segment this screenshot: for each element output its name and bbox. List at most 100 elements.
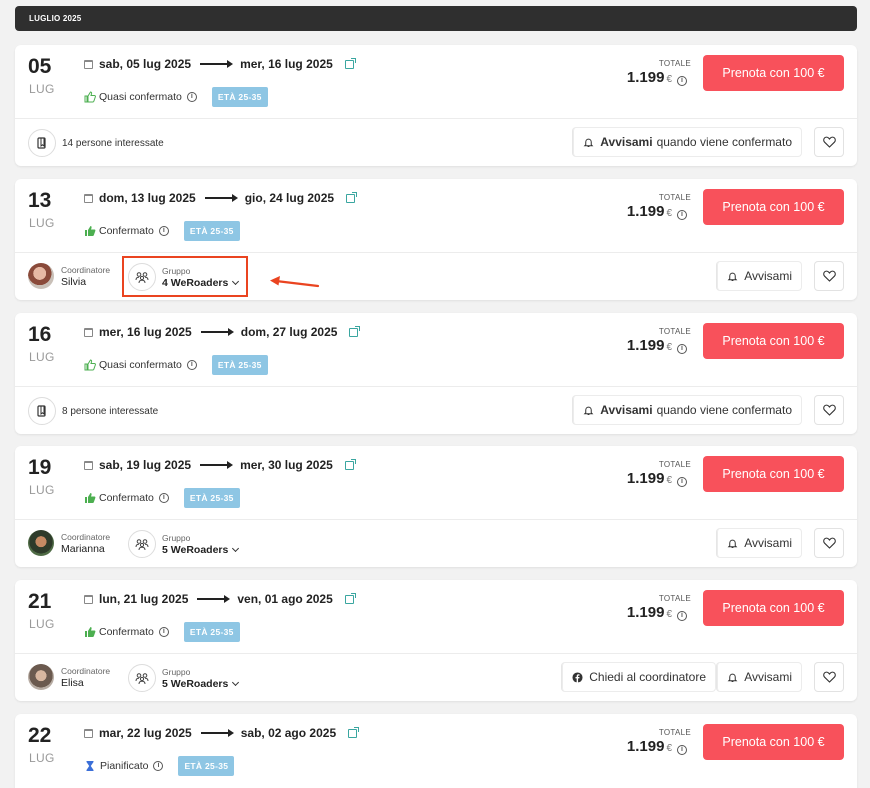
- trip-card: 05 LUG sab, 05 lug 2025 mer, 16 lug 2025…: [15, 45, 857, 166]
- info-icon[interactable]: i: [153, 761, 164, 771]
- coordinator-name: Marianna: [61, 542, 105, 555]
- trip-dates: sab, 05 lug 2025 mer, 16 lug 2025: [84, 57, 356, 71]
- arrow-right-icon: [200, 60, 234, 68]
- group-icon: [128, 530, 156, 558]
- info-icon[interactable]: i: [677, 477, 687, 487]
- heart-icon: [822, 404, 836, 416]
- favorite-button[interactable]: [814, 127, 844, 157]
- interested-count: 14 persone interessate: [62, 137, 164, 149]
- notify-button[interactable]: Avvisami: [716, 261, 802, 291]
- group-dropdown[interactable]: Gruppo 5 WeRoaders: [128, 530, 240, 558]
- trip-day: 22: [28, 724, 52, 747]
- external-link-icon[interactable]: [344, 592, 356, 604]
- trip-day: 21: [28, 590, 52, 613]
- people-icon: [28, 129, 56, 157]
- book-button[interactable]: Prenota con 100 €: [703, 55, 844, 91]
- status-label: Quasi confermato: [99, 91, 182, 103]
- group-label: Gruppo: [162, 532, 191, 543]
- age-badge: ETÀ 25-35: [211, 87, 268, 107]
- trip-card: 19 LUG sab, 19 lug 2025 mer, 30 lug 2025…: [15, 446, 857, 567]
- trip-month: LUG: [29, 751, 55, 765]
- trip-status: Pianificato i ETÀ 25-35: [84, 756, 235, 776]
- facebook-icon: [572, 671, 583, 683]
- arrow-right-icon: [200, 328, 234, 336]
- external-link-icon[interactable]: [346, 191, 358, 203]
- info-icon[interactable]: i: [677, 210, 687, 220]
- notify-confirmed-button[interactable]: Avvisami quando viene confermato: [572, 395, 802, 425]
- coordinator[interactable]: Coordinatore Elisa: [28, 664, 110, 690]
- info-icon[interactable]: i: [158, 226, 169, 236]
- avatar: [28, 664, 54, 690]
- trip-month: LUG: [29, 216, 55, 230]
- notify-button[interactable]: Avvisami: [716, 662, 802, 692]
- interested-people: 8 persone interessate: [28, 397, 158, 425]
- currency: €: [666, 208, 672, 219]
- external-link-icon[interactable]: [344, 57, 356, 69]
- info-icon[interactable]: i: [186, 92, 197, 102]
- trip-price: 1.199 € i: [627, 470, 687, 487]
- external-link-icon[interactable]: [348, 726, 360, 738]
- coordinator[interactable]: Coordinatore Marianna: [28, 530, 110, 556]
- ask-label: Chiedi al coordinatore: [589, 670, 706, 684]
- favorite-button[interactable]: [814, 528, 844, 558]
- bell-icon: [727, 673, 738, 682]
- external-link-icon[interactable]: [349, 325, 361, 337]
- info-icon[interactable]: i: [677, 344, 687, 354]
- coordinator[interactable]: Coordinatore Silvia: [28, 263, 110, 289]
- trip-status: Quasi confermato i ETÀ 25-35: [84, 87, 268, 107]
- ask-coordinator-button[interactable]: Chiedi al coordinatore: [561, 662, 716, 692]
- trip-card: 16 LUG mer, 16 lug 2025 dom, 27 lug 2025…: [15, 313, 857, 434]
- total-label: TOTALE: [658, 59, 691, 68]
- trip-month: LUG: [29, 350, 55, 364]
- notify-bold: Avvisami: [600, 403, 653, 417]
- favorite-button[interactable]: [814, 261, 844, 291]
- start-date: dom, 13 lug 2025: [99, 191, 196, 205]
- info-icon[interactable]: i: [186, 360, 197, 370]
- info-icon[interactable]: i: [677, 611, 687, 621]
- end-date: mer, 16 lug 2025: [240, 57, 333, 71]
- favorite-button[interactable]: [814, 395, 844, 425]
- coordinator-label: Coordinatore: [61, 264, 111, 275]
- end-date: ven, 01 ago 2025: [237, 592, 333, 606]
- external-link-icon[interactable]: [344, 458, 356, 470]
- notify-confirmed-button[interactable]: Avvisami quando viene confermato: [572, 127, 802, 157]
- currency: €: [666, 743, 672, 754]
- chevron-down-icon: [232, 544, 240, 552]
- end-date: gio, 24 lug 2025: [244, 191, 335, 205]
- book-button[interactable]: Prenota con 100 €: [703, 590, 844, 626]
- trip-card: 21 LUG lun, 21 lug 2025 ven, 01 ago 2025…: [15, 580, 857, 701]
- start-date: mer, 16 lug 2025: [99, 325, 192, 339]
- book-button[interactable]: Prenota con 100 €: [703, 724, 844, 760]
- coordinator-label: Coordinatore: [61, 665, 111, 676]
- notify-bold: Avvisami: [600, 135, 653, 149]
- coordinator-label: Coordinatore: [61, 531, 111, 542]
- favorite-button[interactable]: [814, 662, 844, 692]
- interested-people: 14 persone interessate: [28, 129, 164, 157]
- calendar-icon: [84, 594, 93, 604]
- thumb-outline-icon: [84, 359, 96, 371]
- price-value: 1.199: [626, 470, 665, 487]
- trip-month: LUG: [29, 617, 55, 631]
- info-icon[interactable]: i: [158, 627, 169, 637]
- info-icon[interactable]: i: [677, 745, 687, 755]
- chevron-down-icon: [232, 678, 240, 686]
- info-icon[interactable]: i: [677, 76, 687, 86]
- trip-day: 16: [28, 323, 52, 346]
- trip-day: 13: [28, 189, 52, 212]
- arrow-right-icon: [197, 595, 231, 603]
- notify-button[interactable]: Avvisami: [716, 528, 802, 558]
- price-value: 1.199: [626, 203, 665, 220]
- book-button[interactable]: Prenota con 100 €: [703, 456, 844, 492]
- price-value: 1.199: [626, 337, 665, 354]
- start-date: lun, 21 lug 2025: [99, 592, 189, 606]
- group-dropdown[interactable]: Gruppo 5 WeRoaders: [128, 664, 240, 692]
- bell-icon: [727, 272, 738, 281]
- total-label: TOTALE: [658, 460, 691, 469]
- status-label: Confermato: [99, 626, 154, 638]
- book-button[interactable]: Prenota con 100 €: [703, 323, 844, 359]
- calendar-icon: [84, 193, 93, 203]
- book-button[interactable]: Prenota con 100 €: [703, 189, 844, 225]
- start-date: sab, 19 lug 2025: [99, 458, 192, 472]
- calendar-icon: [84, 59, 93, 69]
- info-icon[interactable]: i: [158, 493, 169, 503]
